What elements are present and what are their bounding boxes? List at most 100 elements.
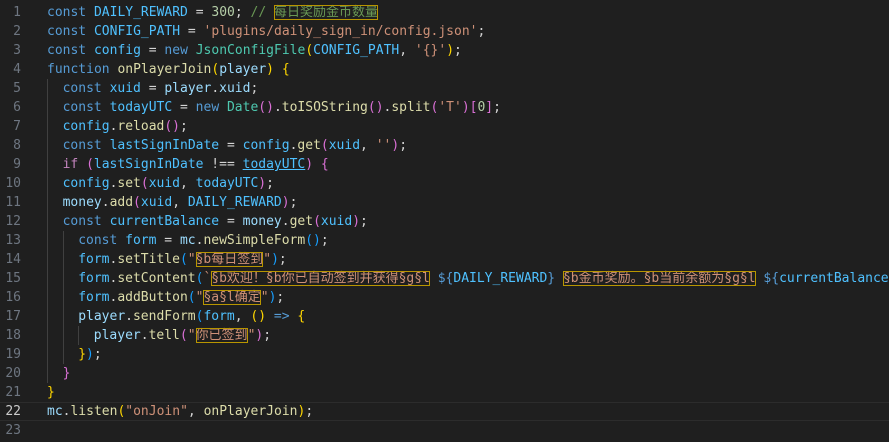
line-number: 2 — [13, 24, 21, 39]
code-text: } — [47, 383, 55, 402]
line-number: 1 — [13, 5, 21, 20]
code-line[interactable]: 14 form.setTitle("§b每日签到"); — [0, 250, 889, 269]
code-line[interactable]: 6 const todayUTC = new Date().toISOString… — [0, 98, 889, 117]
code-token: , — [360, 138, 376, 153]
code-token: } — [547, 271, 556, 286]
code-line[interactable]: 20} — [0, 364, 889, 383]
code-token: §b金币奖励。§b当前余额为§g§l — [562, 271, 756, 286]
code-token: () — [305, 233, 321, 248]
code-token: get — [289, 214, 314, 229]
code-line[interactable]: 19}); — [0, 345, 889, 364]
code-line[interactable]: 12 const currentBalance = money.get(xuid)… — [0, 212, 889, 231]
code-token: " — [263, 252, 272, 267]
code-token: { — [281, 62, 290, 77]
code-line[interactable]: 11 money.add(xuid, DAILY_REWARD); — [0, 193, 889, 212]
code-text: form.addButton("§a§l确定"); — [47, 288, 284, 307]
code-token: = — [219, 214, 243, 229]
code-token: mc — [179, 233, 196, 248]
line-number: 12 — [5, 214, 21, 229]
code-token: ; — [276, 290, 285, 305]
code-editor[interactable]: 1 const DAILY_REWARD = 300; // 每日奖励金币数量 2 c… — [0, 0, 889, 442]
indent-guide — [63, 231, 79, 250]
code-token: money — [242, 214, 282, 229]
line-number: 13 — [5, 233, 21, 248]
indent-guide — [47, 193, 63, 212]
code-token: ; — [454, 43, 462, 58]
code-token: addButton — [117, 290, 188, 305]
code-line[interactable]: 15 form.setContent(`§b欢迎！§b你已自动签到并获得§g§l … — [0, 269, 889, 288]
indent-guide — [47, 269, 63, 288]
code-line[interactable]: 21} — [0, 383, 889, 402]
indent-guide — [63, 326, 79, 345]
indent-guide — [47, 326, 63, 345]
code-line[interactable]: 17 player.sendForm(form, () => { — [0, 307, 889, 326]
code-line[interactable]: 2 const CONFIG_PATH = 'plugins/daily_sign… — [0, 22, 889, 41]
line-number: 11 — [5, 195, 21, 210]
code-line[interactable]: 7 config.reload(); — [0, 117, 889, 136]
code-text: }); — [47, 345, 101, 364]
code-token: listen — [70, 404, 118, 419]
code-token: money — [62, 195, 102, 210]
code-line[interactable]: 4 function onPlayerJoin(player) { — [0, 60, 889, 79]
code-line[interactable]: 9 if (lastSignInDate !== todayUTC) { — [0, 155, 889, 174]
code-token: setTitle — [117, 252, 180, 267]
code-text: const lastSignInDate = config.get(xuid, … — [47, 136, 407, 155]
code-token: ( — [313, 214, 321, 229]
code-token: config — [62, 176, 110, 191]
code-token: const — [78, 233, 126, 248]
code-token: ; — [305, 404, 314, 419]
code-line[interactable]: 23 — [0, 421, 889, 440]
code-token: CONFIG_PATH — [93, 24, 181, 39]
code-token: ( — [179, 328, 188, 343]
indent-guide — [47, 250, 63, 269]
code-token: ) — [391, 138, 400, 153]
code-line[interactable]: 22 mc.listen("onJoin", onPlayerJoin); — [0, 402, 889, 421]
indent-guide — [47, 117, 63, 136]
code-line[interactable]: 16 form.addButton("§a§l确定"); — [0, 288, 889, 307]
code-token: player — [93, 328, 141, 343]
code-token: sendForm — [132, 309, 196, 324]
code-token: ${ — [437, 271, 454, 286]
code-line[interactable]: 10 config.set(xuid, todayUTC); — [0, 174, 889, 193]
line-number: 21 — [5, 385, 21, 400]
indent-guide — [47, 345, 63, 364]
code-token: const — [62, 214, 110, 229]
line-number: 9 — [13, 157, 21, 172]
code-token: 'T' — [438, 100, 462, 115]
line-number: 4 — [13, 62, 21, 77]
code-token: config — [62, 119, 110, 134]
code-token: ) — [446, 43, 455, 58]
code-token: ; — [234, 5, 251, 20]
code-line[interactable]: 13 const form = mc.newSimpleForm(); — [0, 231, 889, 250]
code-token: newSimpleForm — [203, 233, 306, 248]
code-token: = — [219, 138, 243, 153]
code-token: §b欢迎！§b你已自动签到并获得§g§l — [211, 271, 430, 286]
code-line[interactable]: 8 const lastSignInDate = config.get(xuid,… — [0, 136, 889, 155]
code-text: form.setTitle("§b每日签到"); — [47, 250, 287, 269]
code-token: toISOString — [281, 100, 368, 115]
indent-guide — [63, 250, 79, 269]
code-line[interactable]: 18 player.tell("你已签到"); — [0, 326, 889, 345]
code-token: xuid — [320, 214, 353, 229]
code-line[interactable]: 5 const xuid = player.xuid; — [0, 79, 889, 98]
code-token: ; — [477, 24, 486, 39]
code-token: . — [273, 100, 282, 115]
code-token: ; — [493, 100, 501, 115]
code-token: todayUTC — [195, 176, 259, 191]
code-token: ) — [86, 347, 94, 362]
code-token: const — [47, 5, 94, 20]
code-line[interactable]: 1 const DAILY_REWARD = 300; // 每日奖励金币数量 — [0, 3, 889, 22]
code-token: . — [281, 214, 290, 229]
code-token: const — [47, 24, 94, 39]
line-number: 7 — [13, 119, 21, 134]
code-text: } — [47, 364, 71, 383]
line-number: 16 — [5, 290, 21, 305]
code-line[interactable]: 3 const config = new JsonConfigFile(CONFI… — [0, 41, 889, 60]
code-token: ( — [305, 43, 314, 58]
code-token: form — [78, 290, 110, 305]
code-token: reload — [117, 119, 165, 134]
indent-guide — [47, 288, 63, 307]
line-number: 23 — [5, 423, 21, 438]
code-token: player — [164, 81, 212, 96]
code-token: ; — [320, 233, 329, 248]
